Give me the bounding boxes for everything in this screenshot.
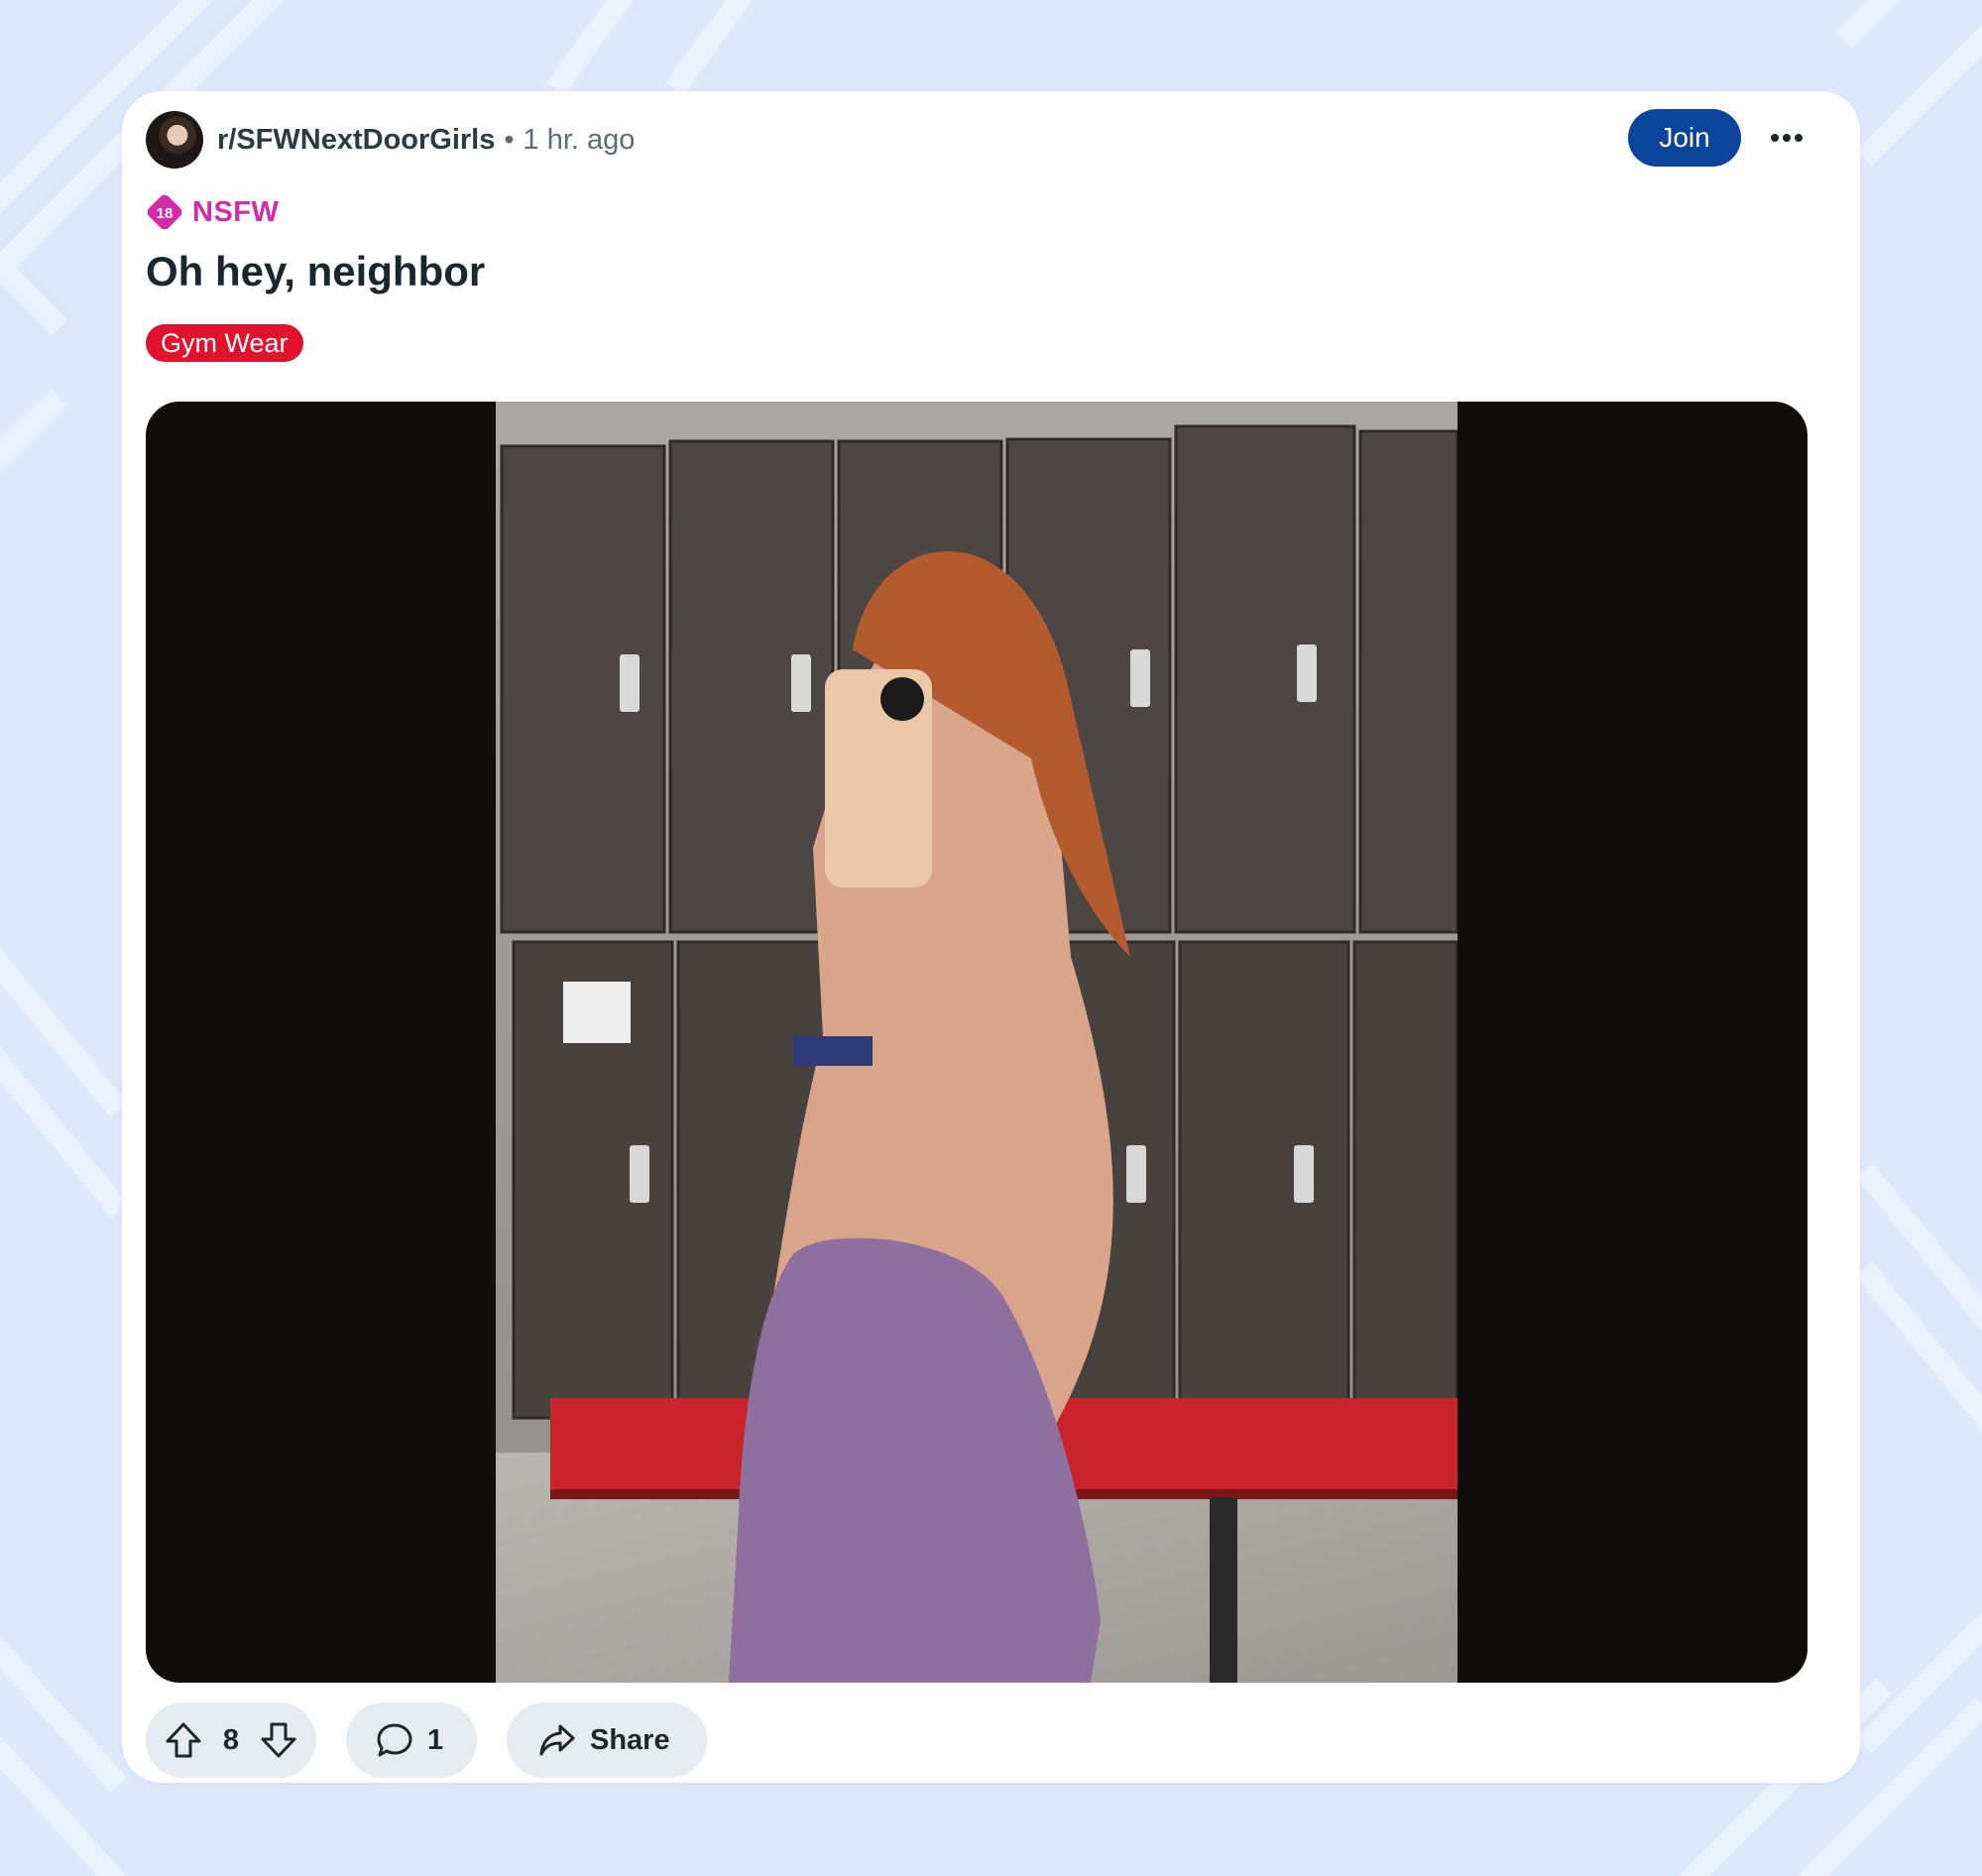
upvote-icon: [166, 1722, 201, 1758]
share-label: Share: [590, 1723, 670, 1756]
post-flair[interactable]: Gym Wear: [146, 324, 303, 362]
subreddit-avatar[interactable]: [146, 111, 203, 169]
comment-icon: [377, 1723, 412, 1757]
more-icon: [1771, 134, 1803, 142]
nsfw-18-icon: 18: [147, 194, 182, 230]
comment-count: 1: [427, 1723, 444, 1756]
meta-separator: •: [504, 124, 515, 156]
downvote-icon: [261, 1722, 296, 1758]
share-icon: [539, 1724, 575, 1756]
nsfw-badge-text: 18: [157, 205, 174, 222]
join-button[interactable]: Join: [1628, 109, 1741, 167]
post-meta: r/SFWNextDoorGirls • 1 hr. ago: [217, 124, 635, 156]
post-time: 1 hr. ago: [523, 124, 636, 156]
nsfw-label: NSFW: [192, 195, 280, 228]
post-image[interactable]: [146, 402, 1807, 1683]
locker-room-photo: [496, 402, 1457, 1683]
vote-bar: 8: [146, 1702, 316, 1778]
downvote-button[interactable]: [259, 1720, 298, 1760]
post-header: r/SFWNextDoorGirls • 1 hr. ago Join: [146, 109, 1836, 171]
upvote-button[interactable]: [164, 1720, 203, 1760]
vote-count: 8: [222, 1723, 240, 1756]
post-title[interactable]: Oh hey, neighbor: [146, 248, 485, 295]
subreddit-name[interactable]: r/SFWNextDoorGirls: [217, 124, 495, 156]
post-actions: 8 1 Share: [146, 1702, 707, 1778]
post-card[interactable]: r/SFWNextDoorGirls • 1 hr. ago Join 18 NSF…: [122, 91, 1860, 1783]
more-options-button[interactable]: [1761, 114, 1812, 162]
nsfw-tag: 18 NSFW: [146, 192, 279, 232]
share-button[interactable]: Share: [507, 1702, 707, 1778]
comments-button[interactable]: 1: [346, 1702, 477, 1778]
